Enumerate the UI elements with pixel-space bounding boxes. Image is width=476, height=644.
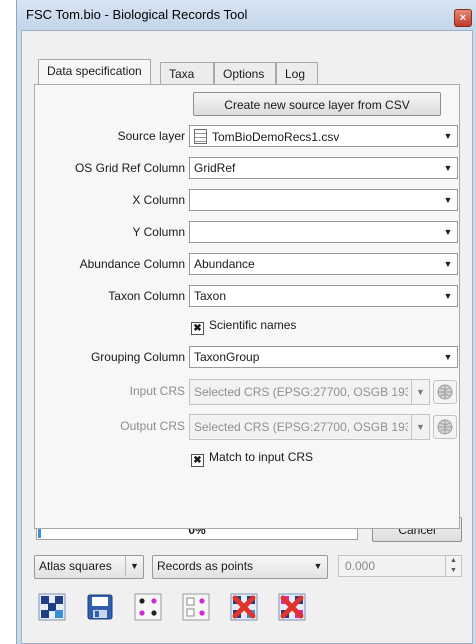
output-crs-label: Output CRS bbox=[120, 419, 185, 433]
tab-log[interactable]: Log bbox=[276, 62, 318, 84]
chevron-down-icon: ▼ bbox=[125, 556, 143, 576]
tab-data-specification[interactable]: Data specification bbox=[38, 59, 151, 84]
close-button[interactable]: × bbox=[454, 9, 472, 27]
save-button[interactable] bbox=[84, 591, 116, 623]
size-spinbox[interactable]: 0.000 ▲ ▼ bbox=[338, 555, 462, 577]
empty-grid-button[interactable] bbox=[180, 591, 212, 623]
client-area: Data specification Taxa Options Log Crea… bbox=[21, 30, 473, 644]
tab-taxa[interactable]: Taxa bbox=[160, 62, 214, 84]
input-crs-label: Input CRS bbox=[129, 384, 185, 398]
match-input-crs-label: Match to input CRS bbox=[209, 450, 314, 464]
input-crs-globe-button[interactable] bbox=[433, 380, 457, 404]
clear-squares-button[interactable] bbox=[228, 591, 260, 623]
empty-grid-icon bbox=[182, 593, 210, 621]
grouping-column-value: TaxonGroup bbox=[194, 350, 260, 364]
chevron-down-icon: ▼ bbox=[411, 415, 429, 439]
records-as-points-value: Records as points bbox=[157, 559, 254, 573]
checkbox-checked-icon: ✖ bbox=[191, 454, 204, 467]
scientific-names-checkbox[interactable]: ✖ Scientific names bbox=[191, 318, 296, 335]
checkbox-checked-icon: ✖ bbox=[191, 322, 204, 335]
y-column-label: Y Column bbox=[132, 225, 185, 239]
output-crs-select[interactable]: Selected CRS (EPSG:27700, OSGB 1936 / Br… bbox=[189, 414, 430, 440]
chevron-down-icon: ▼ bbox=[313, 561, 323, 571]
source-layer-value: TomBioDemoRecs1.csv bbox=[212, 130, 340, 144]
grouping-column-label: Grouping Column bbox=[90, 350, 185, 364]
input-crs-select[interactable]: Selected CRS (EPSG:27700, OSGB 1936 / Br… bbox=[189, 379, 430, 405]
size-spinbox-value: 0.000 bbox=[345, 559, 376, 573]
os-grid-ref-select[interactable]: GridRef ▼ bbox=[189, 157, 458, 179]
taxon-column-label: Taxon Column bbox=[108, 289, 185, 303]
window-title: FSC Tom.bio - Biological Records Tool bbox=[26, 7, 248, 22]
output-crs-value: Selected CRS (EPSG:27700, OSGB 1936 / Br… bbox=[194, 420, 408, 434]
y-column-select[interactable]: ▼ bbox=[189, 221, 458, 243]
input-crs-value: Selected CRS (EPSG:27700, OSGB 1936 / Br… bbox=[194, 385, 408, 399]
chevron-down-icon: ▼ bbox=[443, 352, 453, 362]
chevron-down-icon: ▼ bbox=[443, 195, 453, 205]
source-layer-label: Source layer bbox=[117, 129, 185, 143]
records-as-points-select[interactable]: Records as points ▼ bbox=[152, 555, 328, 579]
match-input-crs-checkbox[interactable]: ✖ Match to input CRS bbox=[191, 450, 313, 467]
chevron-down-icon: ▼ bbox=[443, 163, 453, 173]
taxon-column-select[interactable]: Taxon ▼ bbox=[189, 285, 458, 307]
os-grid-ref-label: OS Grid Ref Column bbox=[74, 161, 185, 175]
dots-grid-icon bbox=[134, 593, 162, 621]
clear-red-icon bbox=[230, 593, 258, 621]
title-bar: FSC Tom.bio - Biological Records Tool × bbox=[17, 0, 476, 30]
globe-icon bbox=[437, 419, 453, 435]
clear-all-button[interactable] bbox=[276, 591, 308, 623]
app-window: FSC Tom.bio - Biological Records Tool × … bbox=[16, 0, 476, 644]
globe-icon bbox=[437, 384, 453, 400]
atlas-squares-value: Atlas squares bbox=[39, 559, 112, 573]
clear-magenta-icon bbox=[278, 593, 306, 621]
map-squares-button[interactable] bbox=[36, 591, 68, 623]
chevron-down-icon: ▼ bbox=[443, 291, 453, 301]
tab-options[interactable]: Options bbox=[214, 62, 276, 84]
source-layer-select[interactable]: TomBioDemoRecs1.csv ▼ bbox=[189, 125, 458, 147]
chevron-down-icon: ▼ bbox=[443, 259, 453, 269]
taxon-column-value: Taxon bbox=[194, 289, 227, 303]
os-grid-ref-value: GridRef bbox=[194, 161, 236, 175]
data-specification-panel: Create new source layer from CSV Source … bbox=[34, 84, 460, 529]
create-source-layer-button[interactable]: Create new source layer from CSV bbox=[193, 92, 441, 116]
chevron-down-icon: ▼ bbox=[443, 131, 453, 141]
output-crs-globe-button[interactable] bbox=[433, 415, 457, 439]
abundance-column-label: Abundance Column bbox=[79, 257, 185, 271]
abundance-column-value: Abundance bbox=[194, 257, 255, 271]
map-squares-icon bbox=[38, 593, 66, 621]
csv-file-icon bbox=[194, 129, 207, 144]
scientific-names-label: Scientific names bbox=[209, 318, 297, 332]
x-column-select[interactable]: ▼ bbox=[189, 189, 458, 211]
grouping-column-select[interactable]: TaxonGroup ▼ bbox=[189, 346, 458, 368]
x-column-label: X Column bbox=[132, 193, 185, 207]
chevron-down-icon: ▼ bbox=[443, 227, 453, 237]
chevron-down-icon: ▼ bbox=[411, 380, 429, 404]
dots-grid-button[interactable] bbox=[132, 591, 164, 623]
spin-arrows-icon: ▲ ▼ bbox=[445, 556, 461, 576]
save-icon bbox=[87, 594, 113, 620]
abundance-column-select[interactable]: Abundance ▼ bbox=[189, 253, 458, 275]
atlas-squares-select[interactable]: Atlas squares ▼ bbox=[34, 555, 144, 579]
